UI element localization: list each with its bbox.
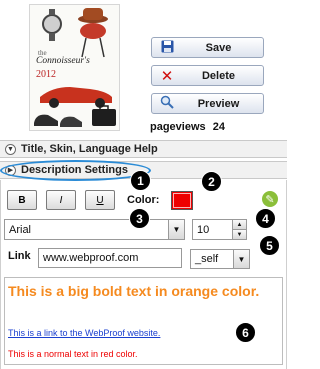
cover-title: Connoisseur's xyxy=(36,56,90,66)
preview-button[interactable]: Preview xyxy=(151,93,264,114)
bold-button[interactable]: B xyxy=(7,190,37,210)
pageviews-count: 24 xyxy=(212,121,225,133)
delete-x-icon: ✕ xyxy=(160,67,174,85)
section-help-title: Title, Skin, Language Help xyxy=(21,143,158,155)
delete-label: Delete xyxy=(201,69,236,82)
callout-badge-6: 6 xyxy=(235,322,256,343)
preview-big-orange-text: This is a big bold text in orange color. xyxy=(8,283,260,299)
underline-button[interactable]: U xyxy=(85,190,115,210)
callout-badge-1: 1 xyxy=(130,170,151,191)
link-url-input[interactable]: www.webproof.com xyxy=(38,248,182,268)
catalog-cover-thumbnail[interactable]: the Connoisseur's 2012 xyxy=(29,4,120,131)
font-family-select[interactable]: Arial ▼ xyxy=(4,219,185,240)
font-size-spinner[interactable]: 10 ▲ ▼ xyxy=(192,219,247,240)
spinner-up-icon[interactable]: ▲ xyxy=(233,220,246,229)
cover-year: 2012 xyxy=(36,69,56,80)
link-target-select[interactable]: _self ▼ xyxy=(190,249,250,269)
delete-button[interactable]: ✕ Delete xyxy=(151,65,264,86)
save-button[interactable]: Save xyxy=(151,37,264,58)
pageviews-counter: pageviews 24 xyxy=(150,121,225,133)
color-label: Color: xyxy=(127,194,160,206)
italic-button[interactable]: I xyxy=(46,190,76,210)
color-swatch[interactable] xyxy=(171,191,193,210)
spinner-down-icon[interactable]: ▼ xyxy=(233,229,246,239)
magnifier-icon xyxy=(152,95,182,112)
save-label: Save xyxy=(205,41,232,54)
link-label: Link xyxy=(8,250,31,262)
section-title-skin-language-help[interactable]: ▼ Title, Skin, Language Help xyxy=(0,140,287,158)
cover-product-art xyxy=(34,8,116,127)
link-target-value: _self xyxy=(195,253,219,265)
highlight-oval xyxy=(0,160,151,181)
edit-pencil-icon[interactable]: ✎ xyxy=(262,191,278,207)
preview-label: Preview xyxy=(197,97,240,110)
callout-badge-2: 2 xyxy=(201,171,222,192)
font-size-value[interactable]: 10 xyxy=(193,220,232,239)
callout-badge-3: 3 xyxy=(129,208,150,229)
floppy-disk-icon xyxy=(152,40,182,56)
preview-red-text: This is a normal text in red color. xyxy=(8,349,138,359)
dropdown-arrow-icon[interactable]: ▼ xyxy=(168,220,184,239)
preview-link-text[interactable]: This is a link to the WebProof website. xyxy=(8,328,160,338)
pageviews-label: pageviews xyxy=(150,121,206,133)
callout-badge-5: 5 xyxy=(259,235,280,256)
callout-badge-4: 4 xyxy=(255,208,276,229)
dropdown-arrow-icon[interactable]: ▼ xyxy=(233,250,249,268)
chevron-down-icon: ▼ xyxy=(5,143,16,155)
